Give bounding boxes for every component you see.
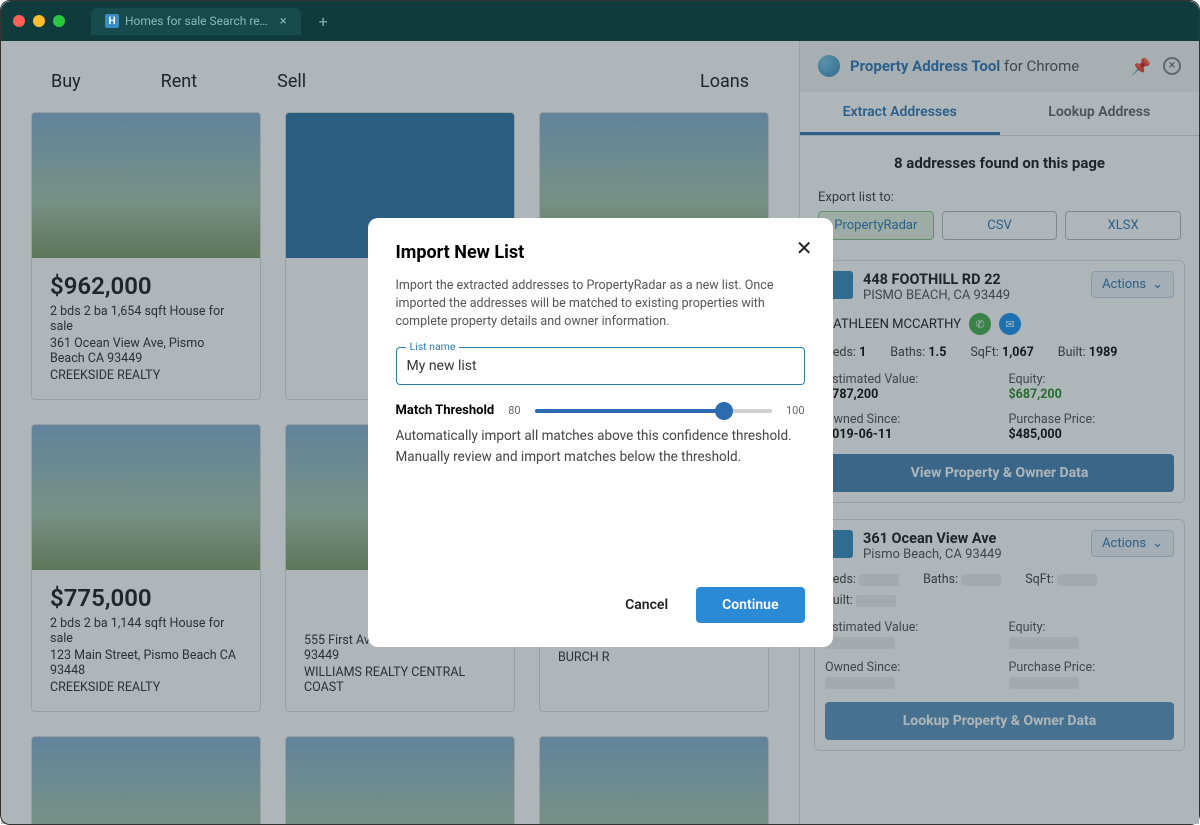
cancel-button[interactable]: Cancel <box>613 589 680 621</box>
threshold-label: Match Threshold <box>396 403 495 418</box>
threshold-max: 100 <box>786 404 805 417</box>
modal-title: Import New List <box>396 242 805 263</box>
modal-description: Import the extracted addresses to Proper… <box>396 277 805 331</box>
continue-button[interactable]: Continue <box>696 587 804 623</box>
maximize-window[interactable] <box>53 15 65 27</box>
threshold-hint: Automatically import all matches above t… <box>396 426 805 467</box>
list-name-label: List name <box>406 340 460 353</box>
import-list-modal: ✕ Import New List Import the extracted a… <box>368 218 833 647</box>
threshold-slider[interactable] <box>535 409 772 413</box>
close-window[interactable] <box>13 15 25 27</box>
slider-thumb[interactable] <box>715 402 733 420</box>
minimize-window[interactable] <box>33 15 45 27</box>
threshold-min: 80 <box>508 404 520 417</box>
browser-titlebar: H Homes for sale Search re… × + <box>1 1 1199 41</box>
close-tab-icon[interactable]: × <box>280 14 287 29</box>
tab-title: Homes for sale Search re… <box>125 14 268 28</box>
new-tab-button[interactable]: + <box>319 12 328 31</box>
close-modal-icon[interactable]: ✕ <box>796 236 813 260</box>
traffic-lights <box>13 15 65 27</box>
browser-tab[interactable]: H Homes for sale Search re… × <box>91 8 301 35</box>
favicon: H <box>105 14 119 28</box>
modal-overlay: ✕ Import New List Import the extracted a… <box>1 41 1199 824</box>
